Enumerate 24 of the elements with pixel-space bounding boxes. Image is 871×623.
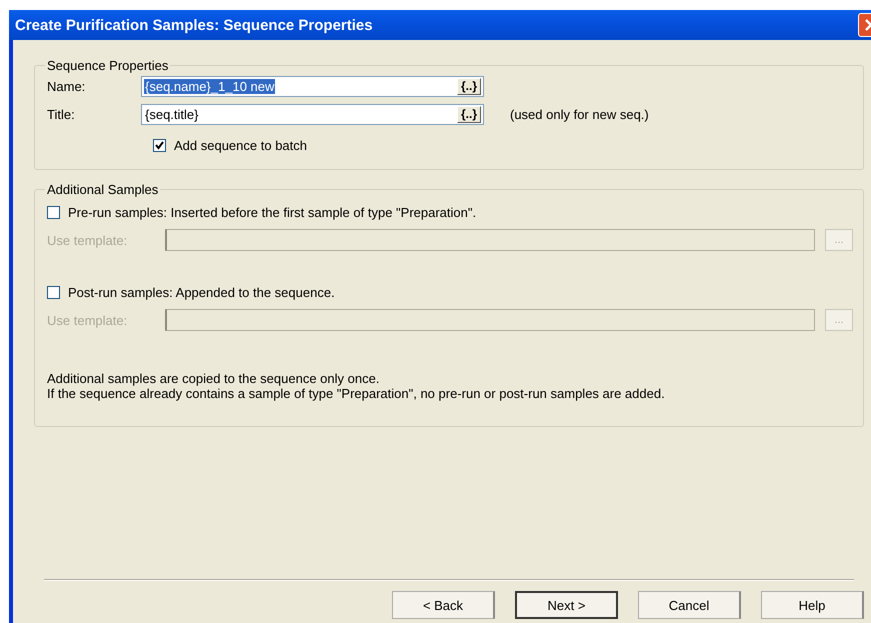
checkbox-label: Add sequence to batch xyxy=(174,138,307,152)
text-field[interactable]: {seq.title} {..} xyxy=(141,104,484,124)
field-note: (used only for new seq.) xyxy=(510,106,649,122)
checkbox-label: Post-run samples: Appended to the sequence. xyxy=(68,284,335,300)
checkbox[interactable] xyxy=(153,138,166,152)
template-field[interactable] xyxy=(165,309,815,331)
field-label: Use template: xyxy=(47,232,128,248)
field-label: Title: xyxy=(47,106,76,122)
field-label: Name: xyxy=(47,78,86,94)
group-legend: Sequence Properties xyxy=(45,58,170,73)
window-title: Create Purification Samples: Sequence Properties xyxy=(15,16,373,34)
field-label: Use template: xyxy=(47,312,128,328)
checkbox-label: Pre-run samples: Inserted before the first sample of type "Preparation". xyxy=(68,204,476,220)
group-legend: Additional Samples xyxy=(45,182,160,197)
template-field[interactable] xyxy=(165,229,815,251)
dialog-button[interactable]: < Back xyxy=(392,591,495,619)
dialog-button[interactable]: Help xyxy=(761,591,864,619)
insert-variable-button[interactable]: {..} xyxy=(456,106,481,122)
dialog-button[interactable]: Next > xyxy=(514,591,618,619)
info-text: If the sequence already contains a sample of type "Preparation", no pre-run or post-run samples are added. xyxy=(47,386,665,401)
text-field[interactable]: {seq.name}_1_10 new {..} xyxy=(141,76,484,96)
insert-variable-button[interactable]: {..} xyxy=(456,78,481,94)
dialog-button[interactable]: Cancel xyxy=(638,591,742,619)
info-text: Additional samples are copied to the sequence only once. xyxy=(47,371,380,386)
